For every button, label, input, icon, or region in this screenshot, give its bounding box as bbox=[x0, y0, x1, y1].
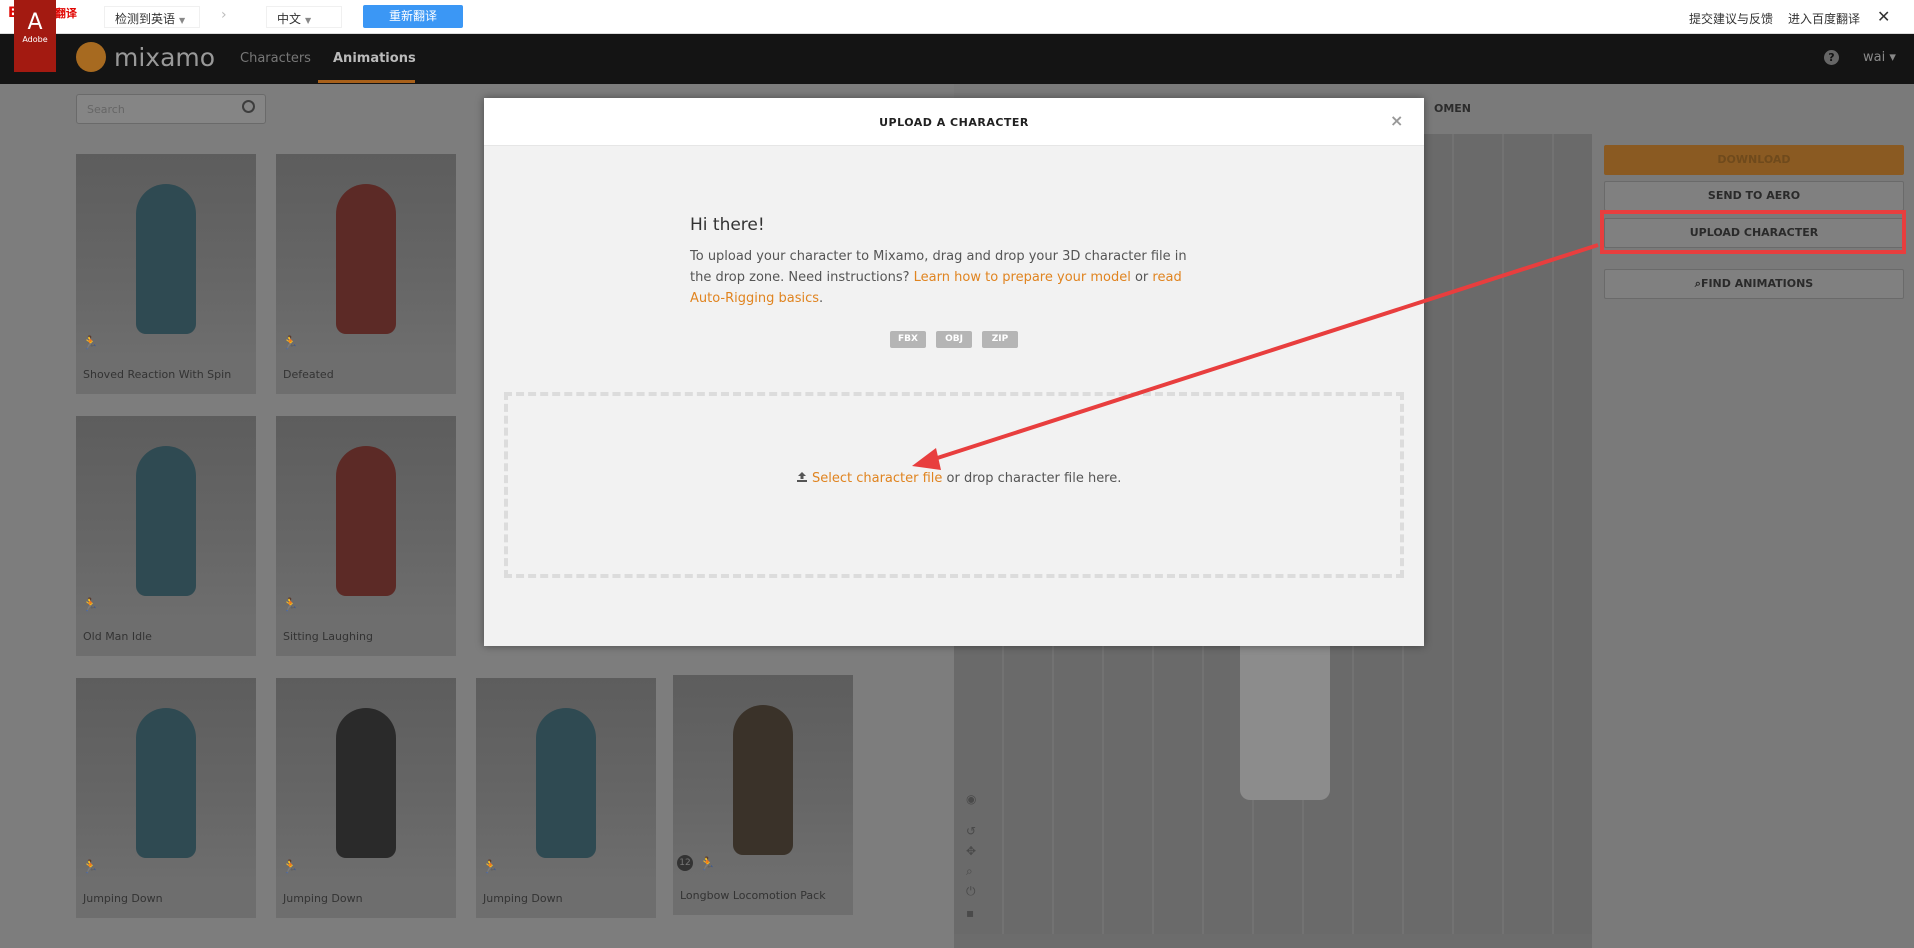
running-figure-icon: 🏃 bbox=[82, 860, 99, 875]
running-figure-icon: 🏃 bbox=[699, 857, 716, 872]
pan-icon[interactable]: ✥ bbox=[966, 844, 976, 858]
nav-animations[interactable]: Animations bbox=[333, 51, 416, 66]
camera-icon[interactable]: ▪ bbox=[966, 906, 974, 920]
nav-characters[interactable]: Characters bbox=[240, 51, 311, 66]
active-tab-indicator bbox=[318, 80, 415, 83]
modal-title: UPLOAD A CHARACTER bbox=[879, 116, 1029, 129]
adobe-logo: A Adobe bbox=[14, 0, 56, 72]
animation-thumbnail bbox=[276, 416, 456, 621]
source-language-label: 检测到英语 bbox=[115, 12, 176, 26]
chevron-down-icon: ▼ bbox=[305, 16, 312, 25]
animation-card-label: Longbow Locomotion Pack bbox=[680, 889, 826, 902]
power-icon[interactable]: ⏻ bbox=[966, 884, 976, 899]
retranslate-button[interactable]: 重新翻译 bbox=[363, 5, 463, 28]
animation-card-label: Defeated bbox=[283, 368, 334, 381]
animation-card-label: Old Man Idle bbox=[83, 630, 152, 643]
animation-card[interactable]: 🏃 Old Man Idle bbox=[76, 416, 256, 656]
source-language-select[interactable]: 检测到英语 ▼ bbox=[104, 6, 200, 28]
search-placeholder: Search bbox=[87, 103, 125, 116]
animation-card[interactable]: 🏃 Jumping Down bbox=[276, 678, 456, 918]
app-header: mixamo Characters Animations ? wai ▾ bbox=[0, 34, 1914, 84]
close-icon[interactable]: × bbox=[1390, 111, 1403, 130]
character-figure bbox=[136, 708, 196, 858]
help-icon[interactable]: ? bbox=[1824, 50, 1839, 65]
rotate-icon[interactable]: ↺ bbox=[966, 824, 976, 838]
animation-thumbnail bbox=[76, 154, 256, 359]
character-figure bbox=[136, 446, 196, 596]
running-figure-icon: 🏃 bbox=[282, 598, 299, 613]
greeting-heading: Hi there! bbox=[690, 215, 765, 235]
modal-header: UPLOAD A CHARACTER × bbox=[484, 98, 1424, 146]
download-button[interactable]: DOWNLOAD bbox=[1604, 145, 1904, 175]
animation-card-label: Sitting Laughing bbox=[283, 630, 373, 643]
app-root: Baidu翻译 检测到英语▼ › 中文▼ 重新翻译 提交建议与反馈 进入百度翻译… bbox=[0, 0, 1914, 948]
animation-card-label: Jumping Down bbox=[483, 892, 563, 905]
instructions-text: To upload your character to Mixamo, drag… bbox=[690, 246, 1210, 309]
animation-thumbnail bbox=[673, 675, 853, 880]
chevron-right-icon: › bbox=[221, 7, 227, 23]
running-figure-icon: 🏃 bbox=[82, 336, 99, 351]
upload-character-modal: UPLOAD A CHARACTER × Hi there! To upload… bbox=[484, 98, 1424, 646]
character-figure bbox=[733, 705, 793, 855]
character-figure bbox=[336, 446, 396, 596]
brand-name: mixamo bbox=[114, 43, 216, 72]
character-figure bbox=[136, 184, 196, 334]
find-animations-button[interactable]: ⌕FIND ANIMATIONS bbox=[1604, 269, 1904, 299]
pack-count-badge: 12 bbox=[677, 855, 693, 871]
chevron-down-icon: ▼ bbox=[179, 16, 186, 25]
search-icon[interactable] bbox=[242, 100, 255, 113]
animation-card[interactable]: 12 🏃 Longbow Locomotion Pack bbox=[673, 675, 853, 915]
animation-card[interactable]: 🏃 Sitting Laughing bbox=[276, 416, 456, 656]
annotation-highlight-box bbox=[1600, 210, 1906, 254]
instructions-part-3: . bbox=[819, 291, 824, 306]
feedback-link[interactable]: 提交建议与反馈 bbox=[1689, 10, 1773, 27]
character-figure bbox=[536, 708, 596, 858]
baidu-translate-bar: Baidu翻译 检测到英语▼ › 中文▼ 重新翻译 提交建议与反馈 进入百度翻译… bbox=[0, 0, 1914, 34]
close-icon[interactable]: ✕ bbox=[1877, 7, 1890, 26]
animation-thumbnail bbox=[276, 154, 456, 359]
animation-card-label: Jumping Down bbox=[283, 892, 363, 905]
filetype-badge-fbx: FBX bbox=[890, 331, 926, 348]
reset-camera-icon[interactable]: ◉ bbox=[966, 792, 976, 806]
find-animations-label: FIND ANIMATIONS bbox=[1700, 277, 1814, 290]
select-character-file-link[interactable]: Select character file bbox=[812, 471, 942, 486]
adobe-label: Adobe bbox=[22, 35, 48, 44]
animation-card[interactable]: 🏃 Shoved Reaction With Spin bbox=[76, 154, 256, 394]
animation-card-label: Shoved Reaction With Spin bbox=[83, 368, 232, 381]
animation-thumbnail bbox=[76, 678, 256, 883]
baidu-logo-fy: 翻译 bbox=[54, 7, 77, 20]
animation-thumbnail bbox=[76, 416, 256, 621]
filetype-badge-zip: ZIP bbox=[982, 331, 1018, 348]
target-language-select[interactable]: 中文 ▼ bbox=[266, 6, 342, 28]
animation-card[interactable]: 🏃 Defeated bbox=[276, 154, 456, 394]
animation-card-label: Jumping Down bbox=[83, 892, 163, 905]
mixamo-logo-icon bbox=[76, 42, 106, 72]
drop-zone-text: Select character file or drop character … bbox=[796, 470, 1121, 486]
prepare-model-link[interactable]: Learn how to prepare your model bbox=[914, 270, 1131, 285]
zoom-icon[interactable]: ⌕ bbox=[966, 864, 973, 879]
enter-baidu-translate-link[interactable]: 进入百度翻译 bbox=[1788, 10, 1860, 27]
animation-card[interactable]: 🏃 Jumping Down bbox=[476, 678, 656, 918]
search-input[interactable]: Search bbox=[76, 94, 266, 124]
running-figure-icon: 🏃 bbox=[482, 860, 499, 875]
running-figure-icon: 🏃 bbox=[82, 598, 99, 613]
filetype-badge-obj: OBJ bbox=[936, 331, 972, 348]
animation-card[interactable]: 🏃 Jumping Down bbox=[76, 678, 256, 918]
adobe-a-icon: A bbox=[27, 10, 43, 35]
running-figure-icon: 🏃 bbox=[282, 860, 299, 875]
animation-thumbnail bbox=[276, 678, 456, 883]
character-name-label: OMEN bbox=[1434, 102, 1472, 115]
action-sidebar bbox=[1592, 134, 1914, 948]
target-language-label: 中文 bbox=[277, 12, 302, 26]
running-figure-icon: 🏃 bbox=[282, 336, 299, 351]
upload-icon bbox=[797, 472, 807, 482]
user-name: wai bbox=[1863, 50, 1886, 65]
send-to-aero-button[interactable]: SEND TO AERO bbox=[1604, 181, 1904, 211]
drop-instructions: or drop character file here. bbox=[942, 471, 1122, 486]
character-figure bbox=[336, 708, 396, 858]
instructions-part-2: or bbox=[1130, 270, 1153, 285]
user-menu[interactable]: wai ▾ bbox=[1863, 50, 1896, 65]
character-figure bbox=[336, 184, 396, 334]
animation-thumbnail bbox=[476, 678, 656, 883]
